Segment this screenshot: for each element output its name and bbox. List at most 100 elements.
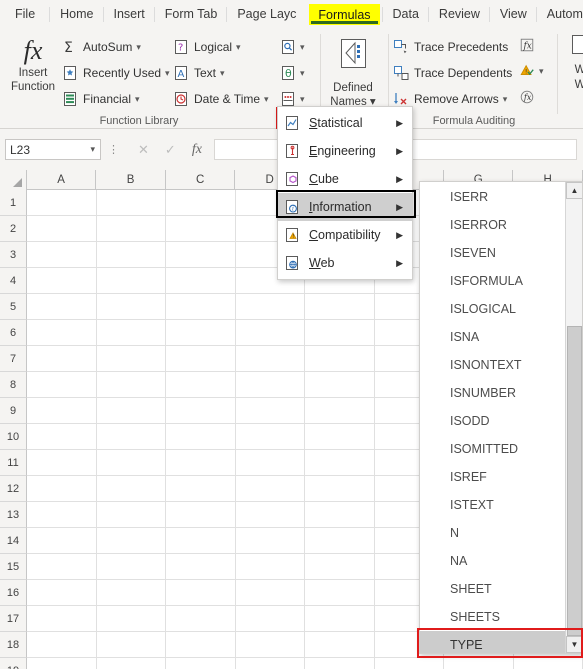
- logical-button[interactable]: ? Logical ▾: [173, 36, 241, 58]
- cell-C12[interactable]: [166, 476, 236, 502]
- submenu-item-iseven[interactable]: ISEVEN: [420, 239, 566, 267]
- financial-button[interactable]: Financial ▾: [62, 88, 140, 110]
- row-header-2[interactable]: 2: [0, 216, 27, 242]
- submenu-item-isnontext[interactable]: ISNONTEXT: [420, 351, 566, 379]
- cell-A10[interactable]: [27, 424, 97, 450]
- cell-A16[interactable]: [27, 580, 97, 606]
- cell-D5[interactable]: [235, 294, 305, 320]
- row-header-8[interactable]: 8: [0, 372, 27, 398]
- tab-data[interactable]: Data: [381, 3, 428, 25]
- cell-C9[interactable]: [166, 398, 236, 424]
- cell-D18[interactable]: [235, 632, 305, 658]
- cell-A11[interactable]: [27, 450, 97, 476]
- cell-E18[interactable]: [305, 632, 375, 658]
- cell-A19[interactable]: [27, 658, 97, 669]
- tab-insert[interactable]: Insert: [102, 3, 154, 25]
- submenu-item-sheet[interactable]: SHEET: [420, 575, 566, 603]
- row-header-19[interactable]: 19: [0, 658, 27, 669]
- row-header-9[interactable]: 9: [0, 398, 27, 424]
- cell-A1[interactable]: [27, 190, 97, 216]
- cell-E15[interactable]: [305, 554, 375, 580]
- menu-item-cube[interactable]: Cube ▶: [278, 165, 412, 193]
- cell-D7[interactable]: [235, 346, 305, 372]
- cell-A14[interactable]: [27, 528, 97, 554]
- row-header-6[interactable]: 6: [0, 320, 27, 346]
- submenu-item-isnumber[interactable]: ISNUMBER: [420, 379, 566, 407]
- chevron-down-icon[interactable]: ▾: [236, 42, 241, 53]
- submenu-item-na[interactable]: NA: [420, 547, 566, 575]
- cell-B16[interactable]: [96, 580, 166, 606]
- cell-E13[interactable]: [305, 502, 375, 528]
- cell-A5[interactable]: [27, 294, 97, 320]
- menu-item-information[interactable]: i Information ▶: [278, 193, 412, 221]
- chevron-down-icon[interactable]: ▾: [135, 94, 140, 105]
- submenu-item-n[interactable]: N: [420, 519, 566, 547]
- menu-item-compatibility[interactable]: ! Compatibility ▶: [278, 221, 412, 249]
- date-time-button[interactable]: Date & Time ▾: [173, 88, 269, 110]
- cell-A15[interactable]: [27, 554, 97, 580]
- cell-B9[interactable]: [96, 398, 166, 424]
- insert-function-button[interactable]: fx Insert Function: [4, 32, 62, 110]
- cell-D11[interactable]: [235, 450, 305, 476]
- name-box[interactable]: L23 ▾: [5, 139, 101, 160]
- cell-A13[interactable]: [27, 502, 97, 528]
- submenu-item-isformula[interactable]: ISFORMULA: [420, 267, 566, 295]
- cell-B6[interactable]: [96, 320, 166, 346]
- cell-C7[interactable]: [166, 346, 236, 372]
- cell-C18[interactable]: [166, 632, 236, 658]
- chevron-down-icon[interactable]: ▾: [300, 68, 305, 79]
- text-button[interactable]: A Text ▾: [173, 62, 225, 84]
- row-header-15[interactable]: 15: [0, 554, 27, 580]
- tab-formulas[interactable]: Formulas: [309, 3, 380, 25]
- chevron-down-icon[interactable]: ▾: [503, 94, 508, 105]
- cell-D10[interactable]: [235, 424, 305, 450]
- cell-D16[interactable]: [235, 580, 305, 606]
- row-header-3[interactable]: 3: [0, 242, 27, 268]
- row-header-4[interactable]: 4: [0, 268, 27, 294]
- tab-view[interactable]: View: [488, 3, 536, 25]
- defined-names-button[interactable]: Defined Names ▾: [324, 32, 382, 112]
- column-header-a[interactable]: A: [27, 170, 97, 190]
- row-header-17[interactable]: 17: [0, 606, 27, 632]
- cell-D6[interactable]: [235, 320, 305, 346]
- cell-B3[interactable]: [96, 242, 166, 268]
- cell-C4[interactable]: [166, 268, 236, 294]
- submenu-item-isomitted[interactable]: ISOMITTED: [420, 435, 566, 463]
- cell-A9[interactable]: [27, 398, 97, 424]
- cell-D14[interactable]: [235, 528, 305, 554]
- cell-D13[interactable]: [235, 502, 305, 528]
- cell-D8[interactable]: [235, 372, 305, 398]
- cell-B15[interactable]: [96, 554, 166, 580]
- cell-C3[interactable]: [166, 242, 236, 268]
- cell-C16[interactable]: [166, 580, 236, 606]
- cell-B7[interactable]: [96, 346, 166, 372]
- submenu-item-iserr[interactable]: ISERR: [420, 183, 566, 211]
- tab-page-layout[interactable]: Page Layc: [226, 3, 305, 25]
- cell-A12[interactable]: [27, 476, 97, 502]
- column-header-b[interactable]: B: [96, 170, 166, 190]
- cancel-x-icon[interactable]: ✕: [138, 142, 149, 158]
- cell-C1[interactable]: [166, 190, 236, 216]
- cell-E16[interactable]: [305, 580, 375, 606]
- submenu-item-sheets[interactable]: SHEETS: [420, 603, 566, 631]
- cell-A6[interactable]: [27, 320, 97, 346]
- cell-B1[interactable]: [96, 190, 166, 216]
- scroll-up-arrow-icon[interactable]: ▲: [566, 182, 582, 199]
- error-checking-button[interactable]: ! ▾: [519, 60, 544, 82]
- cell-B11[interactable]: [96, 450, 166, 476]
- submenu-item-isna[interactable]: ISNA: [420, 323, 566, 351]
- trace-dependents-button[interactable]: Trace Dependents: [393, 62, 512, 84]
- tab-review[interactable]: Review: [427, 3, 489, 25]
- submenu-scrollbar[interactable]: ▲ ▼: [565, 182, 582, 653]
- row-header-12[interactable]: 12: [0, 476, 27, 502]
- cell-B14[interactable]: [96, 528, 166, 554]
- cell-B18[interactable]: [96, 632, 166, 658]
- row-header-16[interactable]: 16: [0, 580, 27, 606]
- cell-C15[interactable]: [166, 554, 236, 580]
- chevron-down-icon[interactable]: ▾: [300, 94, 305, 105]
- cell-B4[interactable]: [96, 268, 166, 294]
- cell-D19[interactable]: [236, 658, 305, 669]
- cell-A3[interactable]: [27, 242, 97, 268]
- cell-B2[interactable]: [96, 216, 166, 242]
- autosum-button[interactable]: Σ AutoSum ▾: [62, 36, 141, 58]
